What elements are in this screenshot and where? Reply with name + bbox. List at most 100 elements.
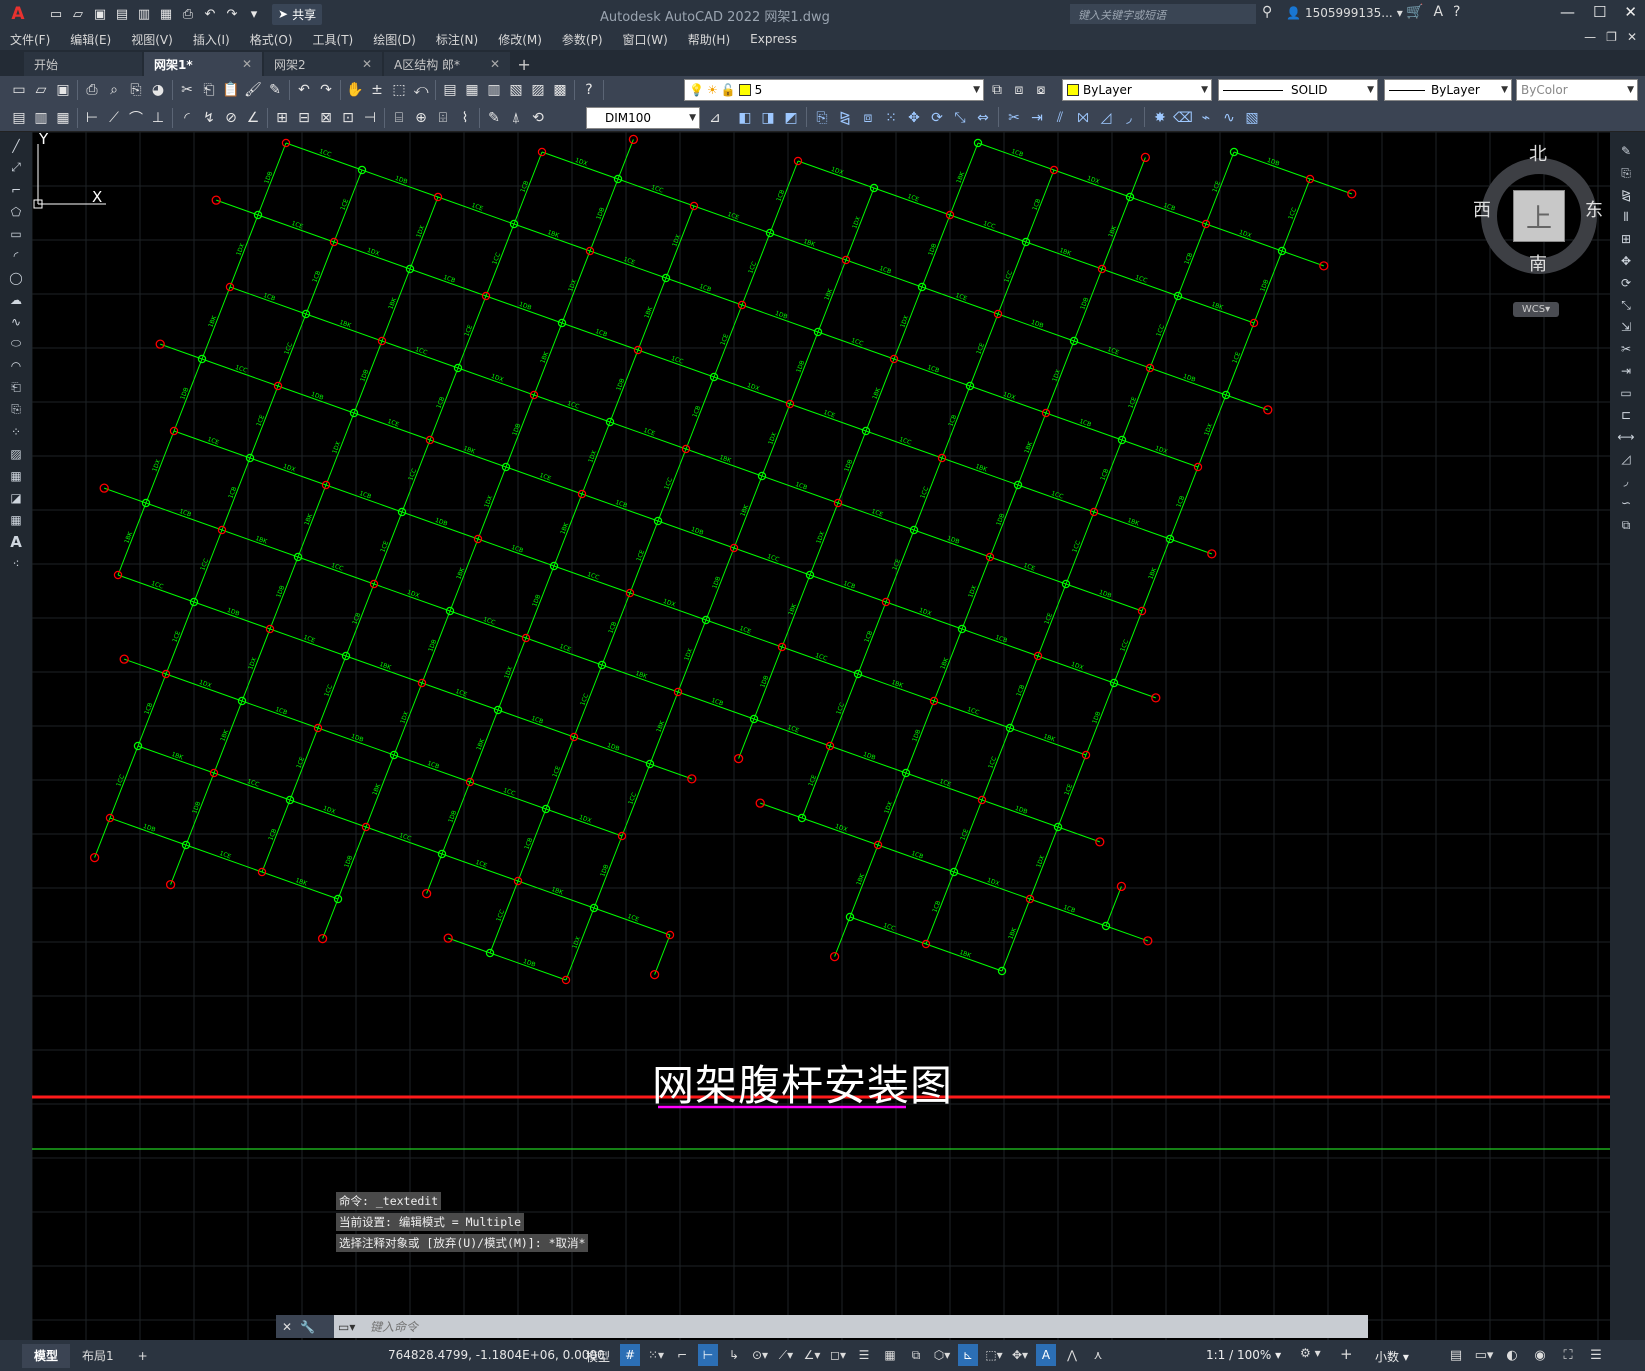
design-center-icon[interactable]: ▦ xyxy=(461,79,483,101)
help-icon[interactable]: ? xyxy=(578,79,600,101)
arc-length-icon[interactable]: ⌒ xyxy=(125,107,147,129)
ellipse-arc-icon[interactable]: ◠ xyxy=(6,356,26,375)
tool-palettes-icon[interactable]: ▥ xyxy=(483,79,505,101)
drawing-title-text[interactable]: 网架腹杆安装图 xyxy=(652,1052,953,1113)
dynamic-input-icon[interactable]: ⊢ xyxy=(698,1344,718,1366)
model-space[interactable]: 1CC1DB1CE1DX1CB1BK1CC1DB1CE1DX1CB1BK1CC1… xyxy=(32,132,1610,1340)
object-snap-tracking-icon[interactable]: ∠▾ xyxy=(802,1344,822,1366)
calculator-icon[interactable]: ▩ xyxy=(549,79,571,101)
radius-dimension-icon[interactable]: ◜ xyxy=(176,107,198,129)
cart-icon[interactable]: 🛒 xyxy=(1406,4,1423,20)
selection-cycling-icon[interactable]: ⧉ xyxy=(906,1344,926,1366)
multiline-text-icon[interactable]: A xyxy=(6,532,26,551)
pan-icon[interactable]: ✋ xyxy=(344,79,366,101)
command-prompt-icon[interactable]: ▭▾ xyxy=(334,1320,370,1334)
join-icon[interactable]: ⟷ xyxy=(1616,428,1636,446)
dimension-text-edit-icon[interactable]: ⍋ xyxy=(505,107,527,129)
autodesk-icon[interactable]: A xyxy=(1433,4,1443,20)
layer-walk-icon[interactable]: ▦ xyxy=(52,107,74,129)
stretch-icon[interactable]: ⇔ xyxy=(972,107,994,129)
search-icon[interactable]: ⚲ xyxy=(1262,4,1280,24)
share-button[interactable]: ➤ 共享 xyxy=(272,3,323,25)
draworder-above-icon[interactable]: ◩ xyxy=(780,107,802,129)
add-selected-icon[interactable]: ⁖ xyxy=(6,554,26,573)
new-tab-button[interactable]: + xyxy=(512,52,536,76)
move-icon[interactable]: ✥ xyxy=(1616,252,1636,270)
doc-close-icon[interactable]: ✕ xyxy=(1627,30,1637,44)
hatch-icon[interactable]: ▨ xyxy=(6,444,26,463)
compass-east[interactable]: 东 xyxy=(1585,196,1603,222)
layer-previous-icon[interactable]: ⧈ xyxy=(1008,79,1030,101)
open-icon[interactable]: ▱ xyxy=(68,4,88,24)
customize-icon[interactable]: ☰ xyxy=(1586,1344,1606,1366)
circle-icon[interactable]: ◯ xyxy=(6,268,26,287)
mirror-icon[interactable]: ⧎ xyxy=(834,107,856,129)
layer-isolate-icon[interactable]: ▥ xyxy=(30,107,52,129)
dimension-space-icon[interactable]: ⊡ xyxy=(337,107,359,129)
layer-dropdown[interactable]: 💡 ☀ 🔓 5 ▼ xyxy=(684,79,984,101)
center-mark-icon[interactable]: ⊕ xyxy=(410,107,432,129)
copy-icon[interactable]: ⎘ xyxy=(1616,164,1636,182)
revision-cloud-icon[interactable]: ☁ xyxy=(6,290,26,309)
workspace-icon[interactable]: ⚙ ▾ xyxy=(1300,1346,1321,1360)
point-icon[interactable]: ⁘ xyxy=(6,422,26,441)
plot-icon[interactable]: ⎙ xyxy=(178,4,198,24)
cut-icon[interactable]: ✂ xyxy=(176,79,198,101)
menu-view[interactable]: 视图(V) xyxy=(121,31,183,48)
rotate-icon[interactable]: ⟳ xyxy=(1616,274,1636,292)
annotation-scale-icon[interactable]: ⋏ xyxy=(1088,1344,1108,1366)
redo-icon[interactable]: ↷ xyxy=(222,4,242,24)
offset-icon[interactable]: ⧈ xyxy=(857,107,879,129)
edit-hatch-icon[interactable]: ▧ xyxy=(1241,107,1263,129)
diameter-dimension-icon[interactable]: ⊘ xyxy=(220,107,242,129)
undo-icon[interactable]: ↶ xyxy=(200,4,220,24)
viewcube[interactable]: 上 北 南 西 东 WCS ▾ xyxy=(1469,140,1609,317)
offset-icon[interactable]: ⫴ xyxy=(1616,208,1636,226)
undo-icon[interactable]: ↶ xyxy=(293,79,315,101)
auto-scale-icon[interactable]: ⋀ xyxy=(1062,1344,1082,1366)
grid-icon[interactable]: # xyxy=(620,1344,640,1366)
polygon-icon[interactable]: ⬠ xyxy=(6,202,26,221)
gizmo-icon[interactable]: ✥▾ xyxy=(1010,1344,1030,1366)
mirror-icon[interactable]: ⧎ xyxy=(1616,186,1636,204)
lineweight-dropdown[interactable]: ByLayer ▼ xyxy=(1384,79,1512,101)
viewcube-face-top[interactable]: 上 xyxy=(1513,190,1565,242)
compass-west[interactable]: 西 xyxy=(1473,196,1491,222)
inspection-icon[interactable]: ⌹ xyxy=(432,107,454,129)
user-account[interactable]: 👤 1505999135... ▾ xyxy=(1286,6,1403,20)
gradient-icon[interactable]: ▦ xyxy=(6,466,26,485)
selection-filter-icon[interactable]: ⬚▾ xyxy=(984,1344,1004,1366)
compass-north[interactable]: 北 xyxy=(1529,140,1547,166)
save-icon[interactable]: ▣ xyxy=(52,79,74,101)
rectangle-icon[interactable]: ▭ xyxy=(6,224,26,243)
units-selector[interactable]: 小数 ▾ xyxy=(1375,1348,1409,1365)
menu-modify[interactable]: 修改(M) xyxy=(488,31,552,48)
lineweight-icon[interactable]: ☰ xyxy=(854,1344,874,1366)
break-icon[interactable]: ⊏ xyxy=(1616,406,1636,424)
close-tab-icon[interactable]: ✕ xyxy=(362,57,372,71)
draworder-back-icon[interactable]: ◨ xyxy=(757,107,779,129)
array-icon[interactable]: ⊞ xyxy=(1616,230,1636,248)
lightbulb-icon[interactable]: 💡 xyxy=(689,83,704,97)
dimension-update-icon[interactable]: ⟲ xyxy=(527,107,549,129)
annotation-scale[interactable]: 1:1 / 100% ▾ xyxy=(1206,1348,1281,1362)
construction-line-icon[interactable]: ⤢ xyxy=(6,158,26,177)
menu-express[interactable]: Express xyxy=(740,32,807,46)
annotation-visibility-icon[interactable]: A xyxy=(1036,1344,1056,1366)
menu-file[interactable]: 文件(F) xyxy=(0,31,60,48)
scale-icon[interactable]: ⤡ xyxy=(949,107,971,129)
new-icon[interactable]: ▭ xyxy=(46,4,66,24)
polar-tracking-icon[interactable]: ⊙▾ xyxy=(750,1344,770,1366)
publish-icon[interactable]: ⎘ xyxy=(125,79,147,101)
command-input[interactable] xyxy=(370,1316,1368,1337)
edit-spline-icon[interactable]: ∿ xyxy=(1218,107,1240,129)
save-web-icon[interactable]: ▦ xyxy=(156,4,176,24)
minimize-icon[interactable]: — xyxy=(1560,3,1575,21)
zoom-window-icon[interactable]: ⬚ xyxy=(388,79,410,101)
wrench-icon[interactable]: 🔧 xyxy=(300,1320,315,1334)
wcs-menu[interactable]: WCS ▾ xyxy=(1513,302,1559,317)
line-icon[interactable]: ╱ xyxy=(6,136,26,155)
menu-parametric[interactable]: 参数(P) xyxy=(552,31,613,48)
help-icon[interactable]: ? xyxy=(1453,4,1460,20)
redo-icon[interactable]: ↷ xyxy=(315,79,337,101)
